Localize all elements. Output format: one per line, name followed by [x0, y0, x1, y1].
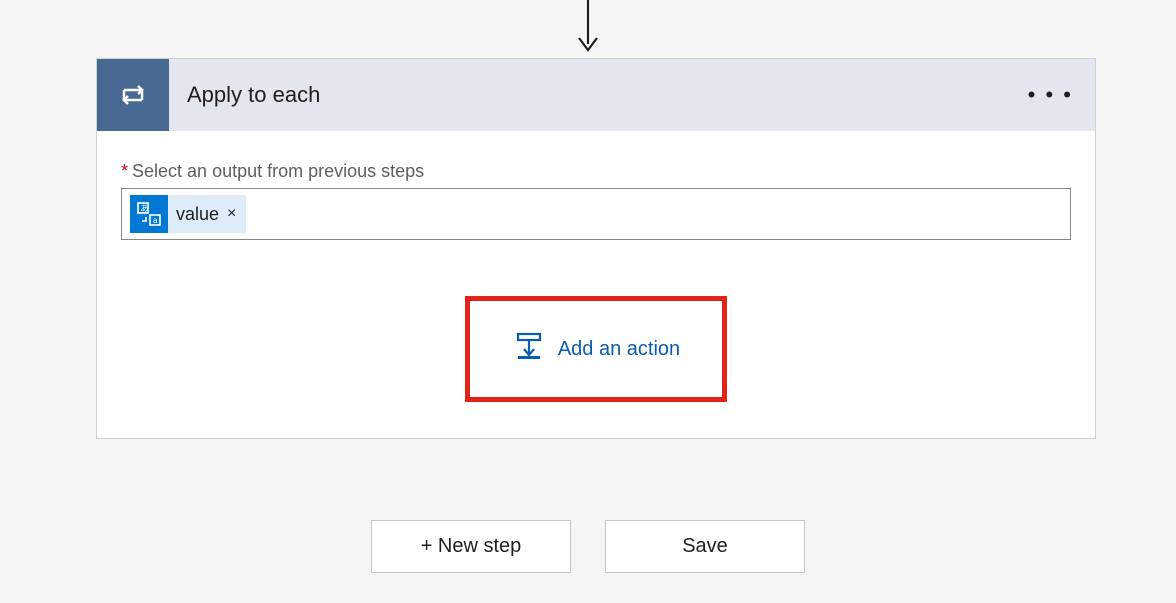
card-body: * Select an output from previous steps あ… [97, 131, 1095, 438]
new-step-button[interactable]: + New step [371, 520, 571, 573]
save-label: Save [682, 535, 728, 557]
translate-icon: あ a [130, 195, 168, 233]
connector-arrow [576, 0, 600, 55]
footer-buttons: + New step Save [371, 520, 805, 573]
output-selector-input[interactable]: あ a value × [121, 188, 1071, 240]
add-action-icon [512, 329, 546, 369]
highlight-box: Add an action [465, 296, 727, 402]
add-action-button[interactable]: Add an action [512, 329, 680, 369]
value-token[interactable]: あ a value × [130, 195, 246, 233]
apply-to-each-card: Apply to each • • • * Select an output f… [96, 58, 1096, 439]
svg-text:a: a [153, 216, 158, 225]
required-indicator: * [121, 161, 128, 182]
card-title: Apply to each [187, 82, 320, 108]
save-button[interactable]: Save [605, 520, 805, 573]
field-label: Select an output from previous steps [132, 161, 424, 182]
new-step-label: + New step [421, 535, 522, 557]
loop-icon [97, 59, 169, 131]
card-header[interactable]: Apply to each • • • [97, 59, 1095, 131]
remove-token-icon[interactable]: × [227, 205, 236, 223]
field-label-row: * Select an output from previous steps [121, 161, 1071, 182]
add-action-label: Add an action [558, 338, 680, 361]
more-options-button[interactable]: • • • [1020, 78, 1081, 112]
svg-text:あ: あ [141, 204, 149, 213]
flow-canvas: Apply to each • • • * Select an output f… [0, 0, 1176, 603]
more-icon: • • • [1028, 82, 1073, 107]
add-action-container: Add an action [121, 296, 1071, 402]
token-label: value [176, 204, 219, 225]
